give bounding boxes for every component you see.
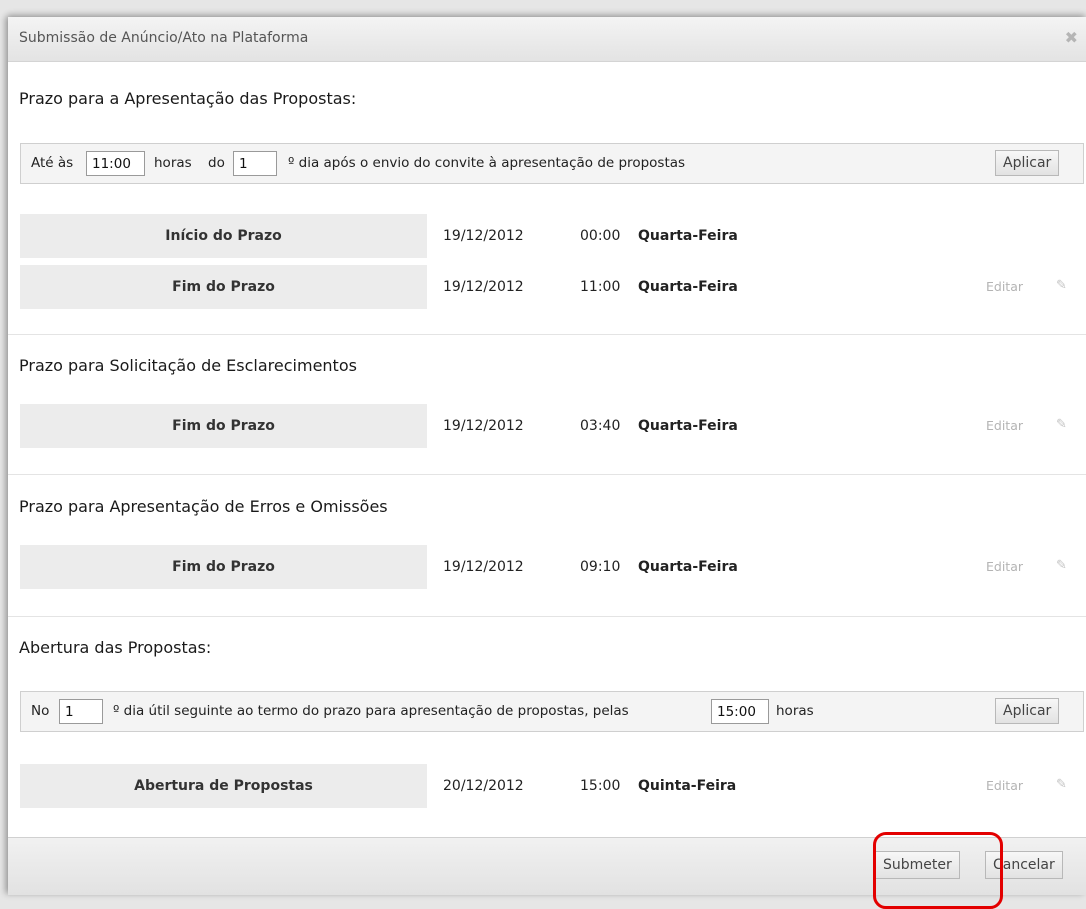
section-title-opening: Abertura das Propostas: — [19, 638, 212, 657]
table-row: Fim do Prazo 19/12/2012 03:40 Quarta-Fei… — [20, 404, 1084, 448]
row-time: 09:10 — [580, 559, 621, 575]
config-label-day-after: º dia após o envio do convite à apresent… — [288, 155, 686, 171]
config-label-no: No — [31, 703, 50, 719]
row-weekday: Quarta-Feira — [638, 279, 738, 295]
pencil-icon[interactable]: ✎ — [1056, 278, 1067, 293]
edit-link[interactable]: Editar — [986, 778, 1023, 793]
apply-button[interactable]: Aplicar — [995, 150, 1060, 176]
row-weekday: Quarta-Feira — [638, 559, 738, 575]
edit-link[interactable]: Editar — [986, 279, 1023, 294]
submit-highlight-annotation — [873, 832, 1003, 909]
row-label: Fim do Prazo — [20, 545, 427, 589]
row-time: 00:00 — [580, 228, 621, 244]
row-label: Início do Prazo — [20, 214, 427, 258]
row-weekday: Quarta-Feira — [638, 228, 738, 244]
table-row: Fim do Prazo 19/12/2012 11:00 Quarta-Fei… — [20, 265, 1084, 309]
section-title-proposals: Prazo para a Apresentação das Propostas: — [19, 89, 357, 108]
row-date: 19/12/2012 — [443, 559, 524, 575]
section-divider — [8, 616, 1086, 617]
edit-link[interactable]: Editar — [986, 559, 1023, 574]
config-label-hours: horas — [776, 703, 814, 719]
row-label: Abertura de Propostas — [20, 764, 427, 808]
edit-link[interactable]: Editar — [986, 418, 1023, 433]
dialog-title: Submissão de Anúncio/Ato na Plataforma — [19, 30, 309, 46]
config-label-until: Até às — [31, 155, 74, 171]
row-time: 03:40 — [580, 418, 621, 434]
pencil-icon[interactable]: ✎ — [1056, 777, 1067, 792]
section-divider — [8, 334, 1086, 335]
row-time: 15:00 — [580, 778, 621, 794]
section-divider — [8, 474, 1086, 475]
row-weekday: Quinta-Feira — [638, 778, 737, 794]
row-label: Fim do Prazo — [20, 265, 427, 309]
row-date: 20/12/2012 — [443, 778, 524, 794]
table-row: Início do Prazo 19/12/2012 00:00 Quarta-… — [20, 214, 1084, 258]
submission-dialog: Submissão de Anúncio/Ato na Plataforma ✖… — [8, 17, 1086, 909]
config-label-do: do — [208, 155, 225, 171]
proposals-deadline-config: Até às horas do º dia após o envio do co… — [20, 143, 1084, 184]
opening-time-input[interactable] — [711, 699, 769, 724]
pencil-icon[interactable]: ✎ — [1056, 558, 1067, 573]
row-date: 19/12/2012 — [443, 228, 524, 244]
section-title-errors: Prazo para Apresentação de Erros e Omiss… — [19, 497, 388, 516]
dialog-titlebar: Submissão de Anúncio/Ato na Plataforma ✖ — [8, 17, 1086, 62]
row-label: Fim do Prazo — [20, 404, 427, 448]
close-icon[interactable]: ✖ — [1065, 28, 1078, 47]
row-date: 19/12/2012 — [443, 418, 524, 434]
config-label-business-day: º dia útil seguinte ao termo do prazo pa… — [113, 703, 629, 719]
deadline-day-input[interactable] — [233, 151, 277, 176]
row-date: 19/12/2012 — [443, 279, 524, 295]
table-row: Fim do Prazo 19/12/2012 09:10 Quarta-Fei… — [20, 545, 1084, 589]
table-row: Abertura de Propostas 20/12/2012 15:00 Q… — [20, 764, 1084, 808]
deadline-time-input[interactable] — [86, 151, 145, 176]
config-label-hours: horas — [154, 155, 192, 171]
section-title-clarifications: Prazo para Solicitação de Esclarecimento… — [19, 356, 357, 375]
row-weekday: Quarta-Feira — [638, 418, 738, 434]
opening-day-input[interactable] — [59, 699, 103, 724]
apply-button[interactable]: Aplicar — [995, 698, 1060, 724]
opening-config: No º dia útil seguinte ao termo do prazo… — [20, 691, 1084, 732]
pencil-icon[interactable]: ✎ — [1056, 417, 1067, 432]
row-time: 11:00 — [580, 279, 621, 295]
